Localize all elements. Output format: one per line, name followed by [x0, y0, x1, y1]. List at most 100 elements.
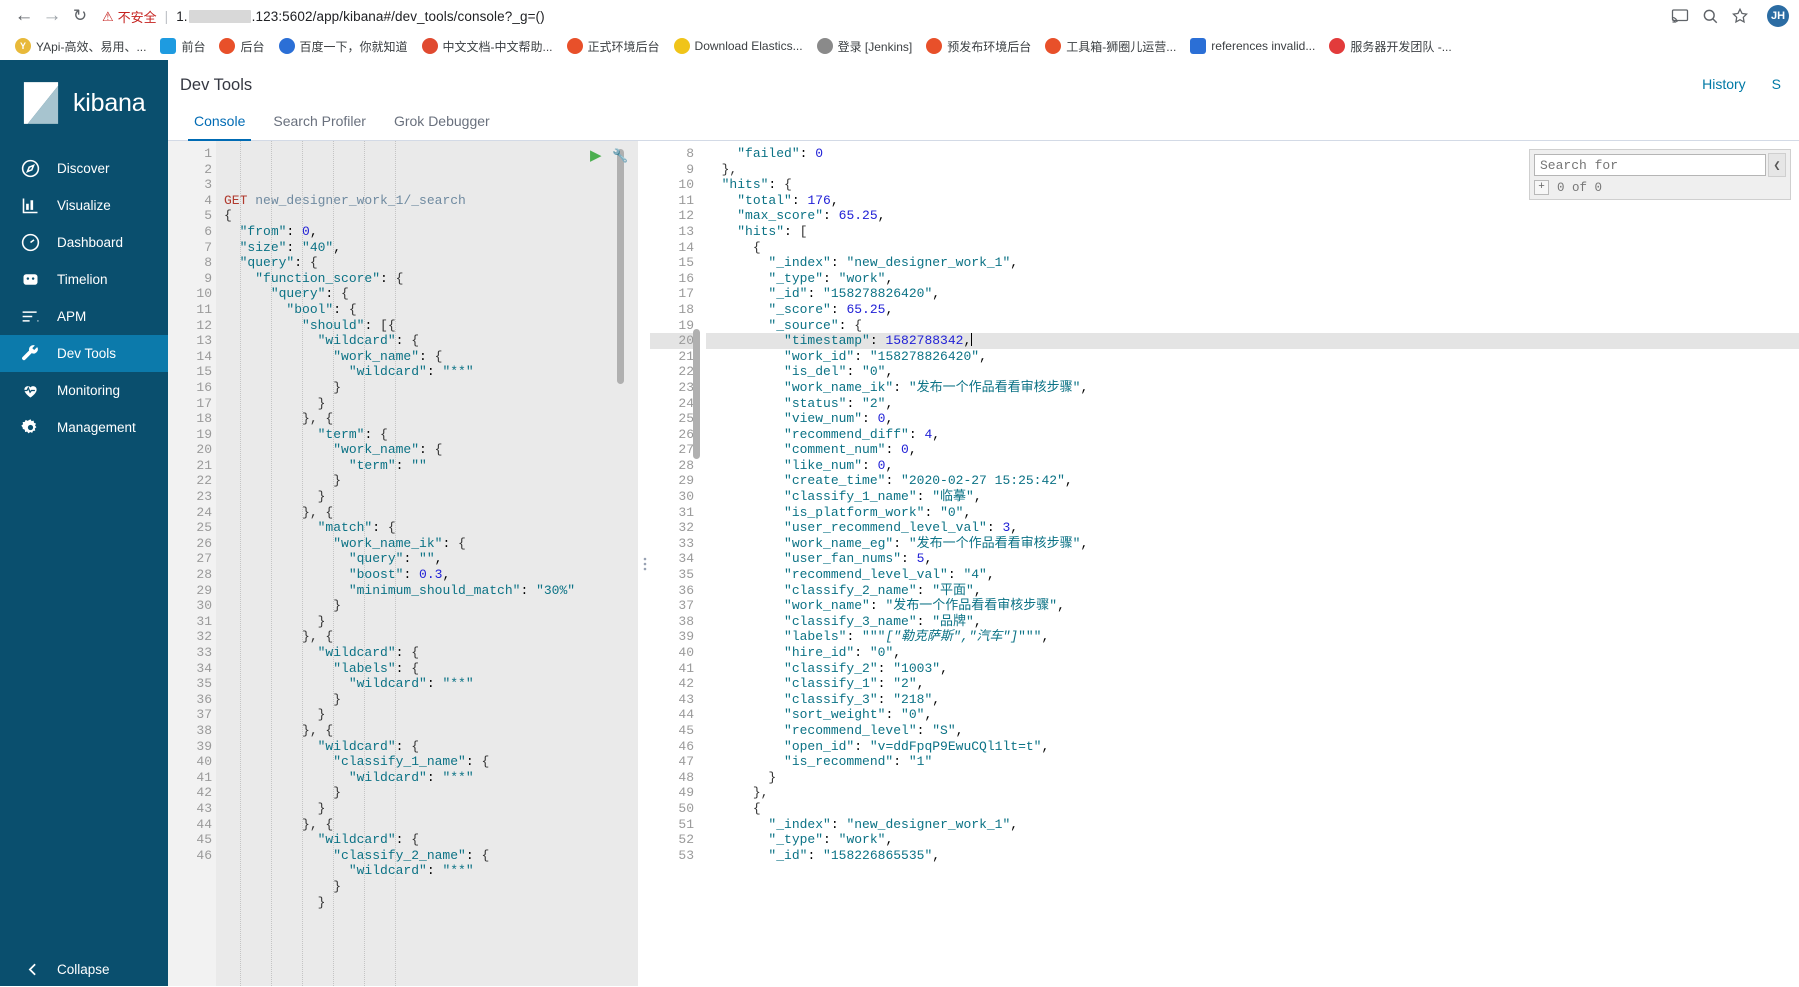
- bookmark-item[interactable]: 中文文档-中文帮助...: [415, 36, 560, 57]
- line-number: 2▾: [168, 162, 223, 178]
- code-line: }: [317, 800, 326, 816]
- code-line: "hire_id": "0",: [784, 645, 902, 660]
- find-in-response-box[interactable]: ❮ + 0 of 0: [1529, 149, 1791, 200]
- bookmark-item[interactable]: references invalid...: [1183, 36, 1322, 56]
- code-line: "bool": {: [286, 301, 357, 317]
- bookmark-item[interactable]: 前台: [153, 36, 212, 57]
- bookmark-label: 后台: [240, 39, 265, 54]
- sidebar-item-discover[interactable]: Discover: [0, 150, 168, 187]
- code-line: "like_num": 0,: [784, 457, 894, 473]
- code-line: "work_name": "发布一个作品看看审核步骤",: [784, 598, 1065, 614]
- line-number: 43▾: [168, 801, 222, 817]
- line-number: 6▾: [168, 224, 223, 240]
- sidebar-collapse-button[interactable]: Collapse: [0, 959, 168, 980]
- line-number: 19▾: [650, 318, 704, 334]
- line-number: 45: [678, 722, 694, 738]
- line-number: 13▾: [650, 224, 704, 240]
- line-number: 24: [196, 504, 212, 520]
- code-line: "_index": "new_designer_work_1",: [768, 816, 1019, 832]
- url-prefix: 1.: [176, 8, 188, 24]
- line-number: 16▾: [168, 380, 222, 396]
- sidebar-item-monitoring[interactable]: Monitoring: [0, 372, 168, 409]
- code-line: {: [752, 239, 761, 255]
- sidebar-item-visualize[interactable]: Visualize: [0, 187, 168, 224]
- line-number: 15: [678, 255, 694, 271]
- bookmark-item[interactable]: 正式环境后台: [560, 36, 667, 57]
- line-number: 40▴: [168, 754, 222, 770]
- bookmark-item[interactable]: 服务器开发团队 -...: [1322, 36, 1458, 57]
- play-icon[interactable]: ▶: [590, 147, 602, 164]
- code-line: "work_name_eg": "发布一个作品看看审核步骤",: [784, 535, 1089, 551]
- response-pane[interactable]: 89▴10▾111213▾14▾1516171819▾2021222324252…: [650, 141, 1799, 986]
- sidebar-item-apm[interactable]: APM: [0, 298, 168, 335]
- dashboard-icon: [21, 233, 40, 252]
- code-line: "max_score": 65.25,: [737, 208, 886, 224]
- request-editor-pane[interactable]: 12▾345▾6▾7▾8▾9▾10▾11▾1213▴14▴15▾16▾17▾18…: [168, 141, 638, 986]
- tab-grok-debugger[interactable]: Grok Debugger: [380, 105, 504, 140]
- wrench-icon[interactable]: 🔧: [612, 148, 628, 163]
- main-content: Dev Tools History S Console Search Profil…: [168, 60, 1799, 986]
- gear-icon: [21, 419, 37, 434]
- bar-chart-icon: [22, 198, 38, 214]
- line-number: 11: [678, 192, 694, 208]
- avatar[interactable]: JH: [1767, 5, 1789, 27]
- back-icon[interactable]: ←: [10, 2, 38, 30]
- bookmark-item[interactable]: 后台: [212, 36, 271, 57]
- address-bar[interactable]: ⚠ 不安全 | 1. .123:5602/app/kibana#/dev_tool…: [102, 2, 1789, 30]
- bookmark-favicon-icon: [816, 38, 833, 54]
- bookmark-label: 登录 [Jenkins]: [837, 39, 913, 54]
- response-code[interactable]: "failed": 0 }, "hits": { "total": 176, "…: [698, 141, 1799, 986]
- code-line: "match": {: [317, 520, 396, 536]
- bookmark-item[interactable]: Y YApi-高效、易用、...: [8, 36, 153, 57]
- zoom-icon[interactable]: [1701, 7, 1719, 25]
- bookmark-item[interactable]: 工具箱-狮圈儿运营...: [1038, 36, 1183, 57]
- sidebar-item-label: Management: [57, 420, 136, 435]
- bookmark-item[interactable]: 登录 [Jenkins]: [810, 36, 920, 57]
- settings-button[interactable]: S: [1772, 76, 1781, 92]
- code-line: "classify_2_name": {: [333, 847, 490, 863]
- sidebar-item-management[interactable]: Management: [0, 409, 168, 446]
- bookmark-label: YApi-高效、易用、...: [36, 39, 147, 54]
- line-number: 10▾: [168, 286, 222, 302]
- line-number: 29▾: [168, 583, 222, 599]
- line-number: 10▾: [650, 177, 704, 193]
- url-text: 1. .123:5602/app/kibana#/dev_tools/consol…: [176, 9, 545, 24]
- star-icon[interactable]: [1731, 7, 1749, 25]
- cast-icon[interactable]: [1671, 7, 1689, 25]
- timelion-icon: [23, 274, 38, 285]
- line-number: 37: [678, 598, 694, 614]
- request-code[interactable]: GET new_designer_work_1/_search{ "from":…: [216, 141, 638, 986]
- security-indicator[interactable]: ⚠ 不安全: [102, 7, 157, 26]
- line-number: 8: [686, 146, 694, 161]
- line-number: 53: [678, 847, 694, 863]
- code-line: }: [333, 785, 342, 801]
- line-number: 17▾: [168, 396, 222, 412]
- kibana-logo[interactable]: kibana: [0, 60, 168, 150]
- search-toggle-button[interactable]: ❮: [1768, 153, 1786, 177]
- bookmark-item[interactable]: 预发布环境后台: [919, 36, 1038, 57]
- line-number: 52: [678, 832, 694, 848]
- bookmark-item[interactable]: 百度一下，你就知道: [272, 36, 415, 57]
- history-button[interactable]: History: [1702, 76, 1746, 92]
- reload-icon[interactable]: ↻: [66, 2, 94, 30]
- omnibox-divider: |: [164, 8, 169, 24]
- sidebar-item-timelion[interactable]: Timelion: [0, 261, 168, 298]
- page-title: Dev Tools: [180, 76, 253, 94]
- line-number: 33▴: [168, 645, 222, 661]
- code-line: "_type": "work",: [768, 832, 894, 848]
- tab-search-profiler[interactable]: Search Profiler: [259, 105, 380, 140]
- forward-icon[interactable]: →: [38, 2, 66, 30]
- code-line: }: [317, 613, 326, 629]
- tab-console[interactable]: Console: [180, 105, 259, 141]
- line-number: 35: [678, 567, 694, 583]
- sidebar-item-dashboard[interactable]: Dashboard: [0, 224, 168, 261]
- pane-resize-handle[interactable]: [638, 141, 650, 986]
- code-line: "term": "": [348, 457, 427, 473]
- omnibox-actions: JH: [1671, 5, 1789, 27]
- code-line: "classify_1": "2",: [784, 676, 925, 692]
- search-input[interactable]: [1534, 154, 1766, 176]
- search-expand-button[interactable]: +: [1534, 180, 1549, 195]
- bookmark-item[interactable]: Download Elastics...: [667, 36, 810, 56]
- sidebar-item-dev-tools[interactable]: Dev Tools: [0, 335, 168, 372]
- code-line: "open_id": "v=ddFpqP9EwuCQl1lt=t",: [784, 738, 1050, 754]
